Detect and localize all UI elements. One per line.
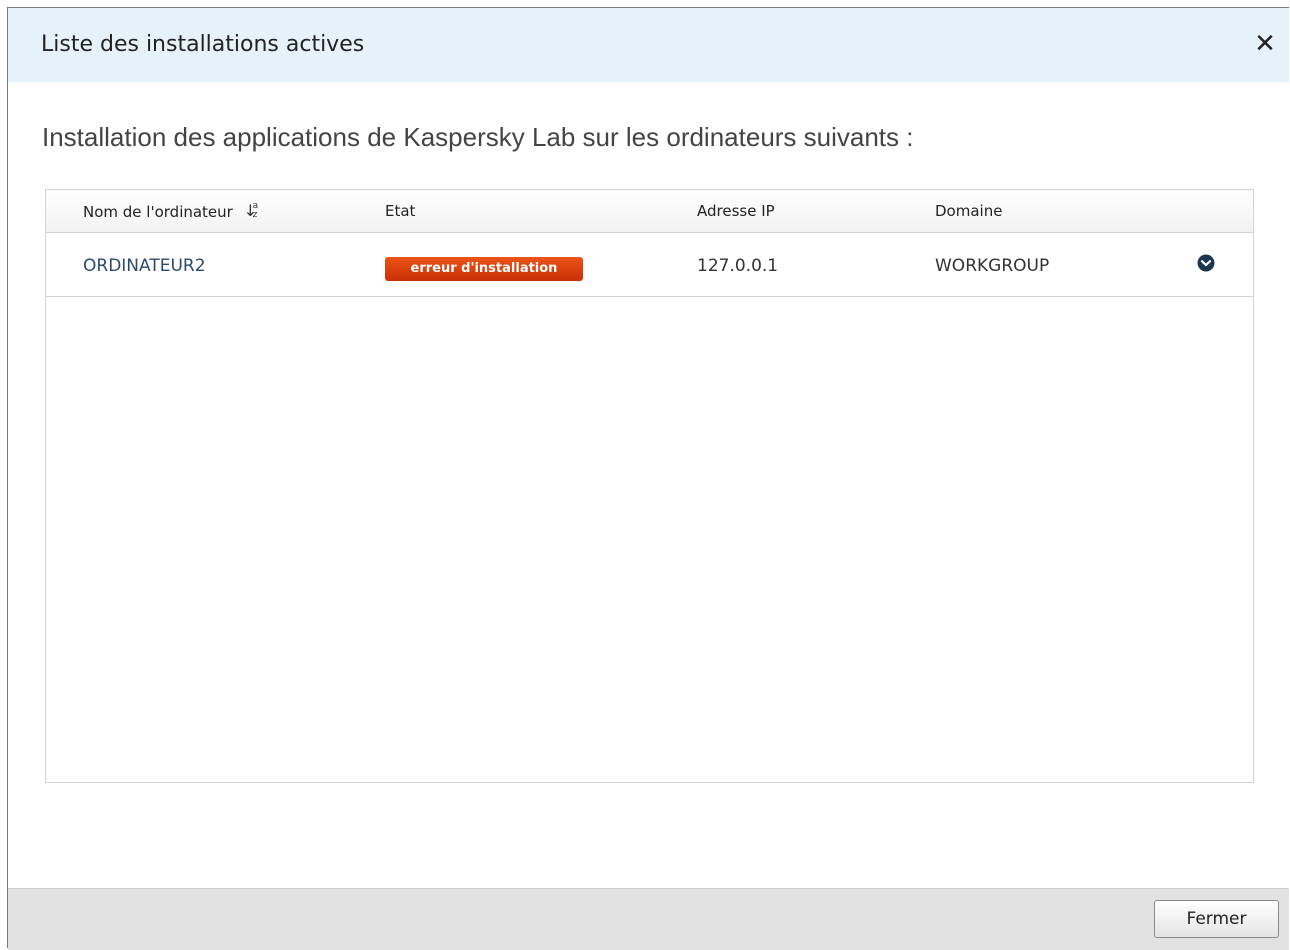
column-header-computer-name[interactable]: Nom de l'ordinateur ↓ a z — [83, 202, 262, 222]
domain-cell: WORKGROUP — [935, 256, 1050, 276]
table-header: Nom de l'ordinateur ↓ a z Etat Adresse I… — [46, 190, 1253, 233]
dialog-titlebar: Liste des installations actives ✕ — [8, 8, 1289, 82]
active-installations-dialog: Liste des installations actives ✕ Instal… — [7, 7, 1289, 950]
dialog-subtitle: Installation des applications de Kaspers… — [42, 122, 914, 152]
sort-az-icon: ↓ a z — [243, 201, 259, 220]
close-icon[interactable]: ✕ — [1251, 30, 1279, 58]
status-badge: erreur d'installation — [385, 257, 583, 281]
column-header-label: Nom de l'ordinateur — [83, 203, 233, 221]
column-header-ip-address[interactable]: Adresse IP — [697, 202, 775, 220]
column-header-domain[interactable]: Domaine — [935, 202, 1002, 220]
installations-table: Nom de l'ordinateur ↓ a z Etat Adresse I… — [45, 189, 1254, 783]
ip-address-cell: 127.0.0.1 — [697, 256, 779, 276]
dialog-footer: Fermer — [8, 888, 1289, 950]
column-header-status[interactable]: Etat — [385, 202, 415, 220]
dialog-title: Liste des installations actives — [41, 32, 365, 57]
chevron-down-circle-icon[interactable] — [1197, 254, 1215, 272]
computer-name-cell[interactable]: ORDINATEUR2 — [83, 256, 206, 276]
close-button[interactable]: Fermer — [1154, 900, 1279, 938]
table-row[interactable]: ORDINATEUR2 erreur d'installation 127.0.… — [46, 233, 1253, 297]
